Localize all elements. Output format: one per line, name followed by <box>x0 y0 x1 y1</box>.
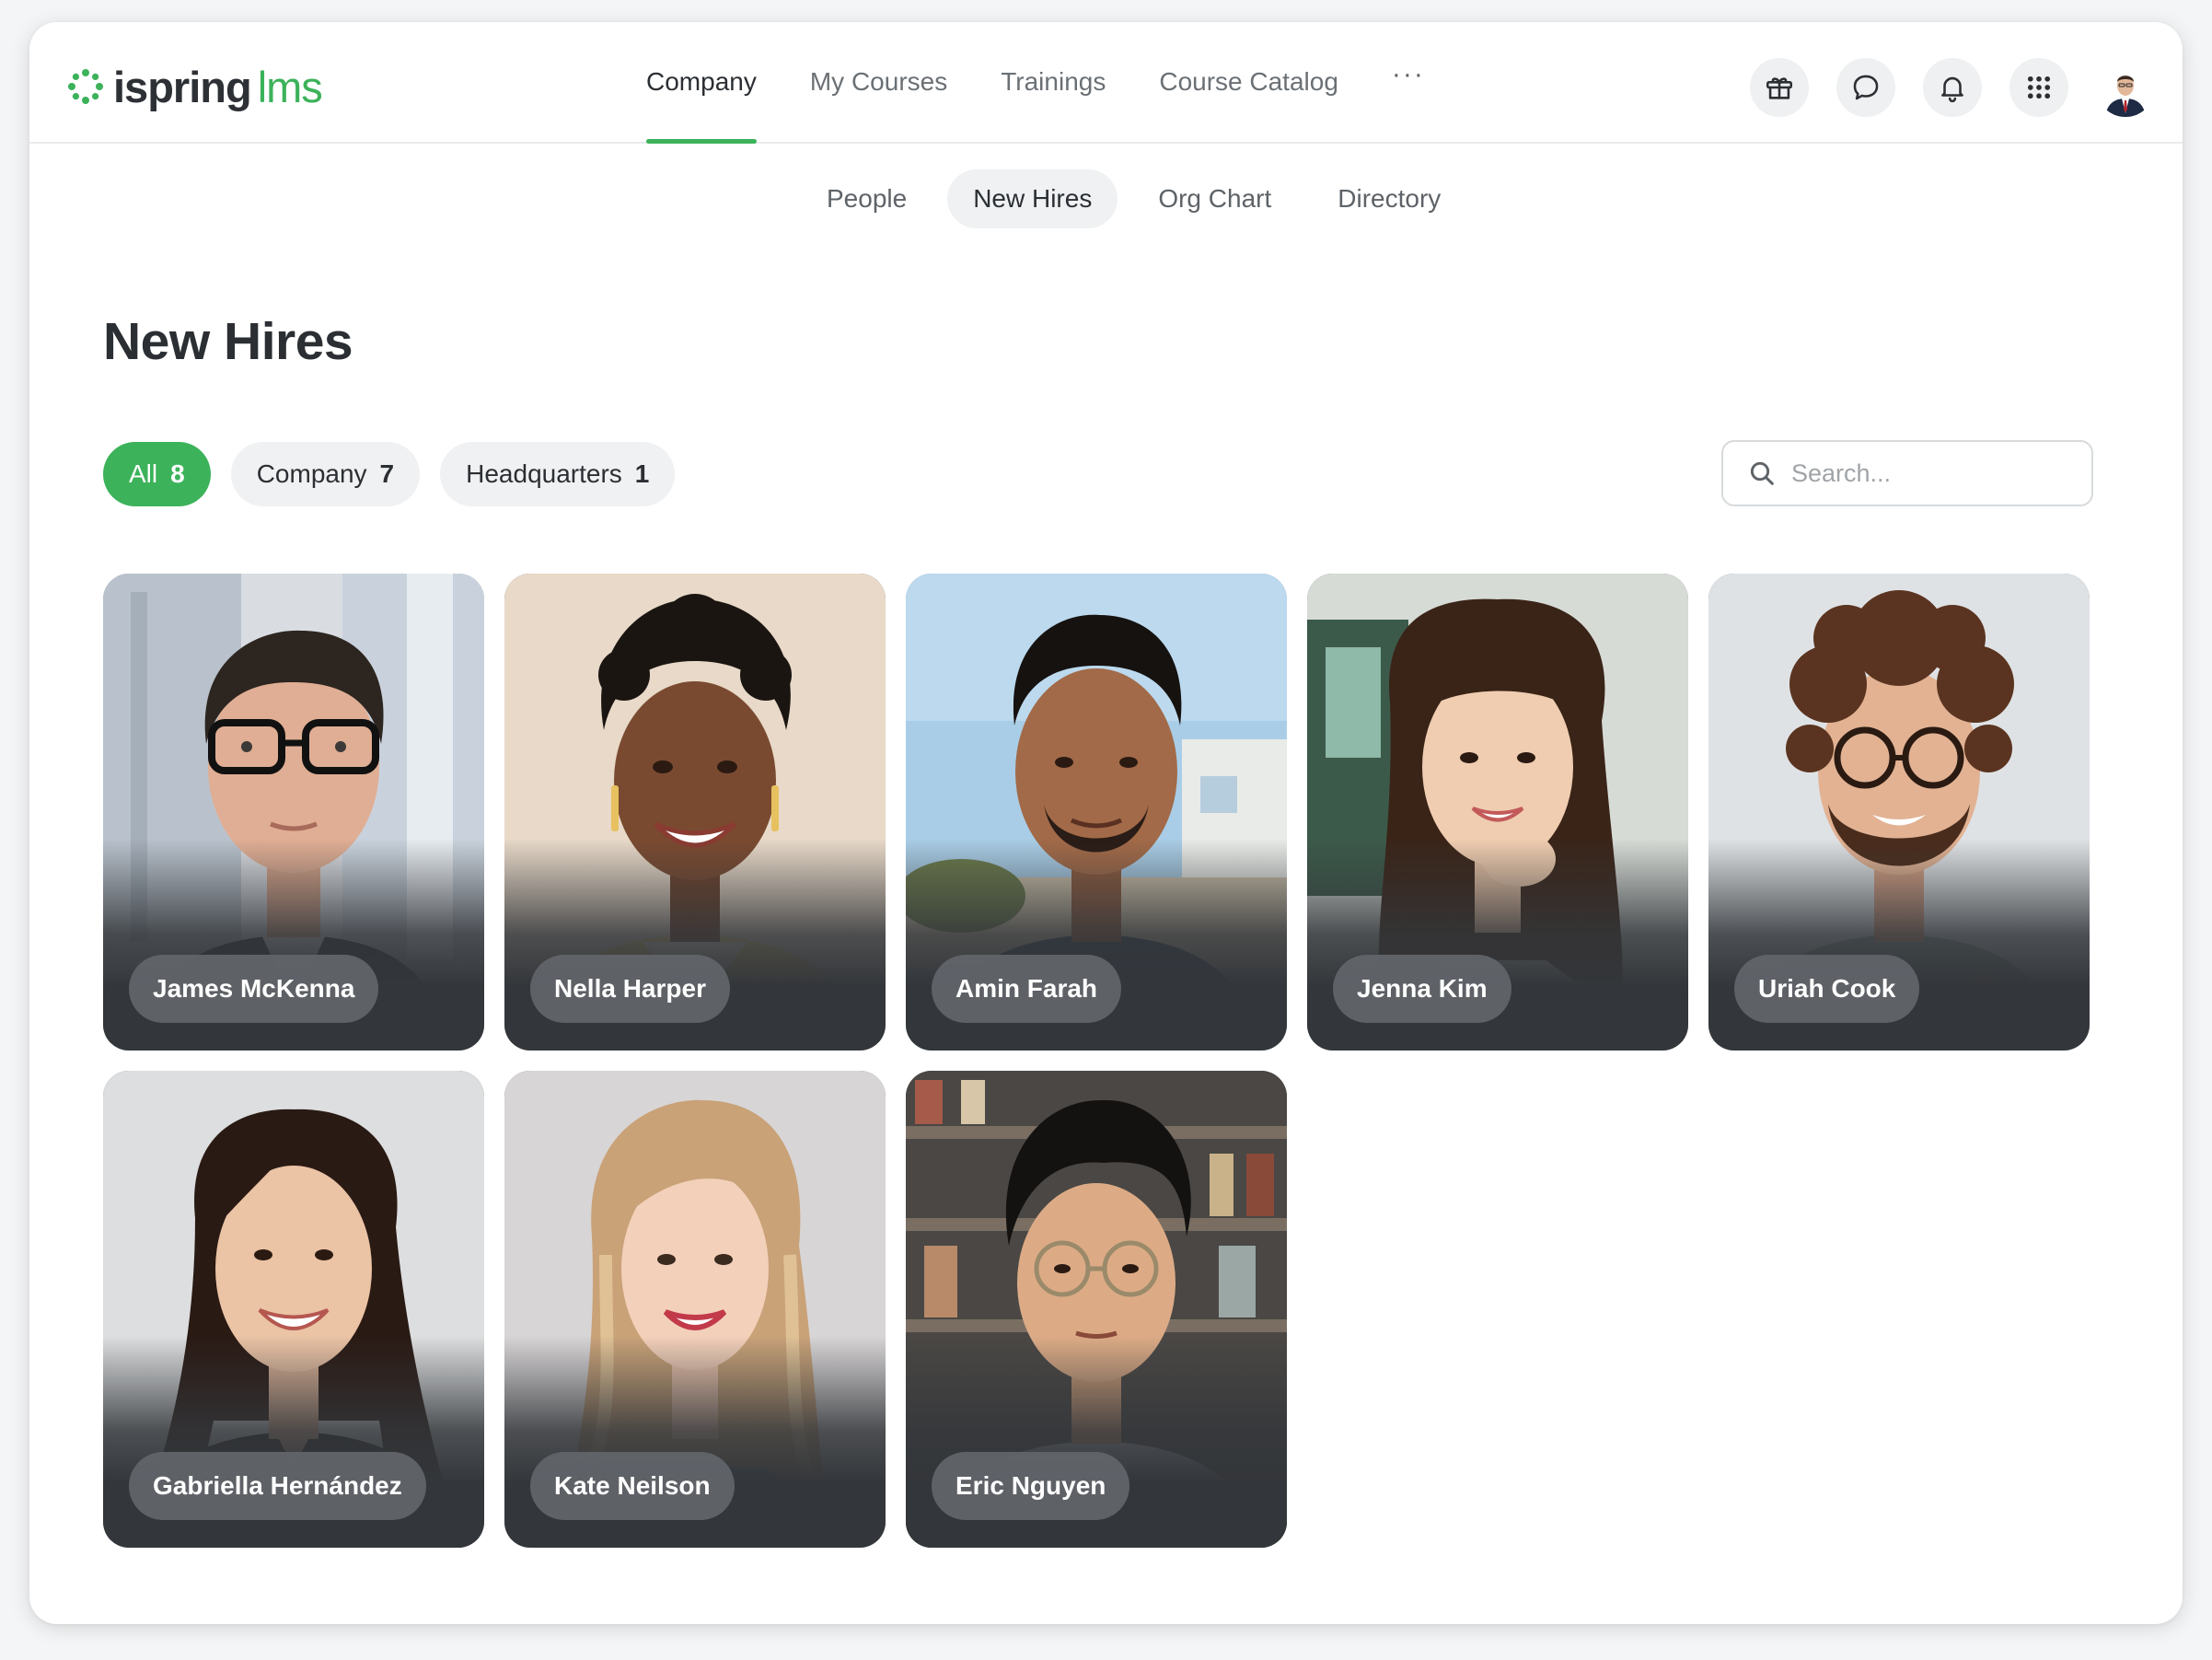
filter-count: 7 <box>379 459 395 488</box>
person-name: Kate Neilson <box>530 1452 735 1520</box>
filter-count: 1 <box>634 459 650 488</box>
person-name: Uriah Cook <box>1734 955 1920 1023</box>
chat-button[interactable] <box>1836 58 1895 117</box>
bell-icon <box>1941 76 1963 103</box>
new-hires-grid: James McKenna Nella Harper Amin Farah Je… <box>103 574 2091 1548</box>
gift-button[interactable] <box>1750 58 1809 117</box>
logo-text: ispring <box>113 62 252 111</box>
person-name: Jenna Kim <box>1333 955 1511 1023</box>
nav-item-my-courses[interactable]: My Courses <box>810 22 947 142</box>
main-nav: Company My Courses Trainings Course Cata… <box>646 22 1478 144</box>
person-name: Amin Farah <box>932 955 1122 1023</box>
person-name: Eric Nguyen <box>932 1452 1130 1520</box>
apps-grid-icon <box>2027 75 2051 99</box>
person-name: Gabriella Hernández <box>129 1452 426 1520</box>
tab-directory[interactable]: Directory <box>1312 169 1466 228</box>
person-name: Nella Harper <box>530 955 730 1023</box>
person-card[interactable]: Gabriella Hernández <box>103 1071 484 1548</box>
nav-item-course-catalog[interactable]: Course Catalog <box>1159 22 1338 142</box>
search-input[interactable] <box>1789 458 2069 489</box>
company-subtabs: People New Hires Org Chart Directory <box>801 169 1481 228</box>
search-icon <box>1750 461 1774 485</box>
filter-label: All <box>129 459 158 488</box>
person-card[interactable]: Eric Nguyen <box>906 1071 1287 1548</box>
tab-new-hires[interactable]: New Hires <box>947 169 1118 228</box>
avatar-image <box>2105 75 2146 117</box>
notifications-button[interactable] <box>1923 58 1982 117</box>
person-card[interactable]: Amin Farah <box>906 574 1287 1051</box>
person-card[interactable]: Jenna Kim <box>1307 574 1688 1051</box>
nav-item-trainings[interactable]: Trainings <box>1001 22 1106 142</box>
app-window: ispring lms Company My Courses Trainings… <box>29 22 2183 1624</box>
apps-button[interactable] <box>2009 58 2068 117</box>
person-card[interactable]: James McKenna <box>103 574 484 1051</box>
brand-logo[interactable]: ispring lms <box>67 62 323 111</box>
user-avatar[interactable] <box>2096 58 2155 117</box>
tab-org-chart[interactable]: Org Chart <box>1132 169 1297 228</box>
top-navigation-bar: ispring lms Company My Courses Trainings… <box>29 22 2183 144</box>
person-name: James McKenna <box>129 955 379 1023</box>
filter-chip-all[interactable]: All 8 <box>103 442 211 506</box>
header-actions <box>1722 58 2155 117</box>
person-card[interactable]: Kate Neilson <box>504 1071 886 1548</box>
filter-count: 8 <box>170 459 185 488</box>
person-card[interactable]: Uriah Cook <box>1708 574 2090 1051</box>
page-title: New Hires <box>103 312 353 371</box>
filter-chip-headquarters[interactable]: Headquarters 1 <box>440 442 676 506</box>
chat-icon <box>1853 75 1879 100</box>
filter-label: Headquarters <box>466 459 622 488</box>
tab-people[interactable]: People <box>801 169 932 228</box>
logo-icon <box>68 69 103 104</box>
logo-text-suffix: lms <box>257 62 323 111</box>
search-box[interactable] <box>1721 440 2093 506</box>
nav-item-company[interactable]: Company <box>646 22 757 144</box>
person-card[interactable]: Nella Harper <box>504 574 886 1051</box>
nav-more-button[interactable]: ··· <box>1392 22 1425 134</box>
filter-chip-company[interactable]: Company 7 <box>230 442 421 506</box>
gift-icon <box>1766 77 1793 99</box>
filter-label: Company <box>256 459 367 488</box>
filter-chips: All 8 Company 7 Headquarters 1 <box>103 442 695 506</box>
